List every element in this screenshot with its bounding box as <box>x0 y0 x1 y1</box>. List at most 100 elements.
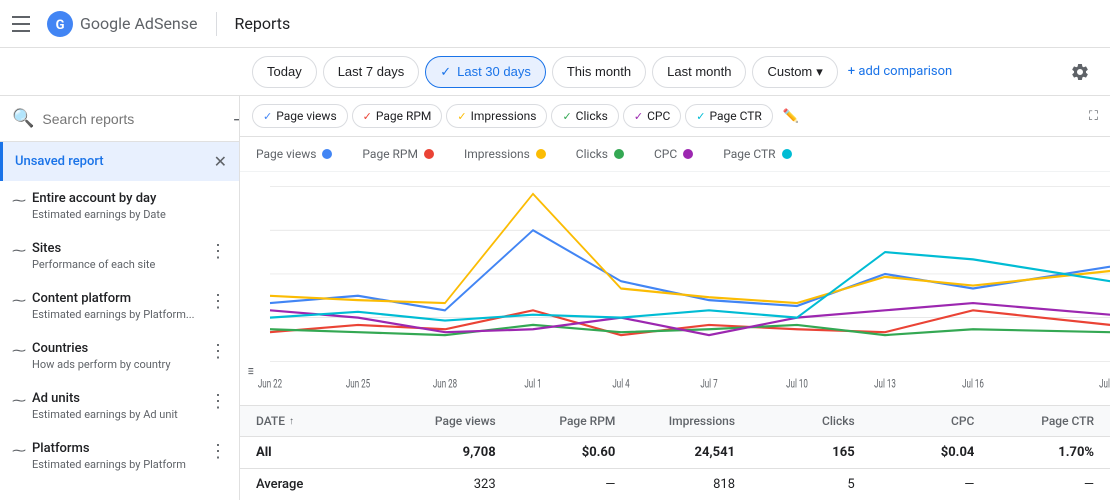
metric-chip-page-views[interactable]: ✓ Page views <box>252 104 348 128</box>
legend-dot-cpc <box>683 149 693 159</box>
col-header-page-ctr[interactable]: Page CTR <box>974 414 1094 428</box>
menu-button[interactable] <box>12 12 36 36</box>
close-unsaved-button[interactable]: ✕ <box>214 152 227 171</box>
item-icon-countries: ⁓ <box>12 343 26 359</box>
filter-last7[interactable]: Last 7 days <box>323 56 420 88</box>
legend-cpc: CPC <box>654 147 693 161</box>
search-input[interactable] <box>42 111 223 127</box>
item-menu-countries[interactable]: ⋮ <box>209 341 227 362</box>
top-bar: G Google AdSense Reports <box>0 0 1110 48</box>
add-report-button[interactable]: ＋ <box>231 104 240 133</box>
item-desc-countries: How ads perform by country <box>32 358 209 371</box>
settings-button[interactable] <box>1062 54 1098 90</box>
svg-text:Jul 16: Jul 16 <box>962 378 984 391</box>
sort-date-arrow: ↑ <box>289 416 294 427</box>
col-header-date[interactable]: DATE ↑ <box>256 414 376 428</box>
item-title-ad-units: Ad units <box>32 391 209 406</box>
item-icon-platforms: ⁓ <box>12 443 26 459</box>
sidebar: 🔍 ＋ Unsaved report ✕ ⁓ Entire account by… <box>0 96 240 500</box>
svg-text:Jul 1: Jul 1 <box>524 378 541 391</box>
metric-chip-cpc[interactable]: ✓ CPC <box>623 104 681 128</box>
edit-metrics-button[interactable]: ✏️ <box>783 109 799 124</box>
line-chart: Jun 22 Jun 25 Jun 28 Jul 1 Jul 4 Jul 7 J… <box>240 172 1110 405</box>
content-area: ✓ Page views ✓ Page RPM ✓ Impressions ✓ … <box>240 96 1110 500</box>
item-title-entire-account: Entire account by day <box>32 191 227 206</box>
item-icon-sites: ⁓ <box>12 243 26 259</box>
table-header: DATE ↑ Page views Page RPM Impressions C… <box>240 406 1110 437</box>
logo-text: Google AdSense <box>80 14 198 33</box>
unsaved-report-item[interactable]: Unsaved report ✕ <box>0 142 239 181</box>
svg-text:Jul 4: Jul 4 <box>612 378 630 391</box>
legend-label-cpc: CPC <box>654 147 677 161</box>
item-menu-ad-units[interactable]: ⋮ <box>209 391 227 412</box>
sidebar-item-ad-units[interactable]: ⁓ Ad units Estimated earnings by Ad unit… <box>0 381 239 431</box>
svg-text:Jul 7: Jul 7 <box>700 378 718 391</box>
row-avg-cpc: — <box>855 477 975 492</box>
item-title-sites: Sites <box>32 241 209 256</box>
row-all-page-views: 9,708 <box>376 445 496 460</box>
metric-chip-page-rpm[interactable]: ✓ Page RPM <box>352 104 443 128</box>
item-desc-entire-account: Estimated earnings by Date <box>32 208 227 221</box>
svg-text:Jun 22: Jun 22 <box>258 378 283 391</box>
sidebar-item-content-platform[interactable]: ⁓ Content platform Estimated earnings by… <box>0 281 239 331</box>
sidebar-item-sites[interactable]: ⁓ Sites Performance of each site ⋮ <box>0 231 239 281</box>
filter-last30[interactable]: ✓ Last 30 days <box>425 56 546 88</box>
item-title-platforms: Platforms <box>32 441 209 456</box>
expand-chart-button[interactable]: ⛶ <box>1089 109 1098 124</box>
add-comparison-button[interactable]: + add comparison <box>848 64 952 79</box>
legend-page-views: Page views <box>256 147 332 161</box>
row-all-clicks: 165 <box>735 445 855 460</box>
sidebar-item-platforms[interactable]: ⁓ Platforms Estimated earnings by Platfo… <box>0 431 239 481</box>
col-header-page-views[interactable]: Page views <box>376 414 496 428</box>
item-menu-platforms[interactable]: ⋮ <box>209 441 227 462</box>
legend-page-ctr: Page CTR <box>723 147 791 161</box>
col-header-cpc[interactable]: CPC <box>855 414 975 428</box>
logo-icon: G <box>46 10 74 38</box>
item-icon-entire-account: ⁓ <box>12 193 26 209</box>
chart-container: Jun 22 Jun 25 Jun 28 Jul 1 Jul 4 Jul 7 J… <box>240 172 1110 405</box>
col-header-clicks[interactable]: Clicks <box>735 414 855 428</box>
col-header-impressions[interactable]: Impressions <box>615 414 735 428</box>
row-avg-page-views: 323 <box>376 477 496 492</box>
legend-label-page-ctr: Page CTR <box>723 147 775 161</box>
metric-chip-page-ctr[interactable]: ✓ Page CTR <box>685 104 773 128</box>
filter-this-month[interactable]: This month <box>552 56 646 88</box>
legend-row: Page views Page RPM Impressions Clicks C… <box>240 137 1110 172</box>
legend-label-clicks: Clicks <box>576 147 608 161</box>
svg-text:≡: ≡ <box>248 363 254 380</box>
item-menu-sites[interactable]: ⋮ <box>209 241 227 262</box>
legend-impressions: Impressions <box>464 147 546 161</box>
row-avg-impressions: 818 <box>615 477 735 492</box>
item-icon-content-platform: ⁓ <box>12 293 26 309</box>
sidebar-item-entire-account[interactable]: ⁓ Entire account by day Estimated earnin… <box>0 181 239 231</box>
sidebar-item-countries[interactable]: ⁓ Countries How ads perform by country ⋮ <box>0 331 239 381</box>
row-all-date: All <box>256 445 376 460</box>
item-title-content-platform: Content platform <box>32 291 209 306</box>
logo: G Google AdSense <box>46 10 198 38</box>
legend-clicks: Clicks <box>576 147 624 161</box>
legend-label-page-rpm: Page RPM <box>362 147 418 161</box>
page-title: Reports <box>235 14 291 33</box>
col-header-page-rpm[interactable]: Page RPM <box>496 414 616 428</box>
item-menu-content-platform[interactable]: ⋮ <box>209 291 227 312</box>
filter-bar: Today Last 7 days ✓ Last 30 days This mo… <box>0 48 1110 96</box>
svg-text:Jul 13: Jul 13 <box>874 378 896 391</box>
table-row-all: All 9,708 $0.60 24,541 165 $0.04 1.70% <box>240 437 1110 469</box>
row-all-page-ctr: 1.70% <box>974 445 1094 460</box>
filter-today[interactable]: Today <box>252 56 317 88</box>
legend-dot-page-rpm <box>424 149 434 159</box>
svg-text:Jul 19: Jul 19 <box>1099 378 1110 391</box>
legend-label-page-views: Page views <box>256 147 316 161</box>
metric-chip-impressions[interactable]: ✓ Impressions <box>446 104 547 128</box>
item-title-countries: Countries <box>32 341 209 356</box>
search-icon: 🔍 <box>12 108 34 129</box>
row-all-impressions: 24,541 <box>615 445 735 460</box>
row-avg-page-rpm: — <box>496 477 616 492</box>
filter-custom[interactable]: Custom ▾ <box>752 56 837 88</box>
metric-chip-clicks[interactable]: ✓ Clicks <box>551 104 618 128</box>
main-layout: 🔍 ＋ Unsaved report ✕ ⁓ Entire account by… <box>0 96 1110 500</box>
unsaved-report-label: Unsaved report <box>15 154 214 169</box>
row-all-page-rpm: $0.60 <box>496 445 616 460</box>
filter-last-month[interactable]: Last month <box>652 56 746 88</box>
row-avg-page-ctr: — <box>974 477 1094 492</box>
